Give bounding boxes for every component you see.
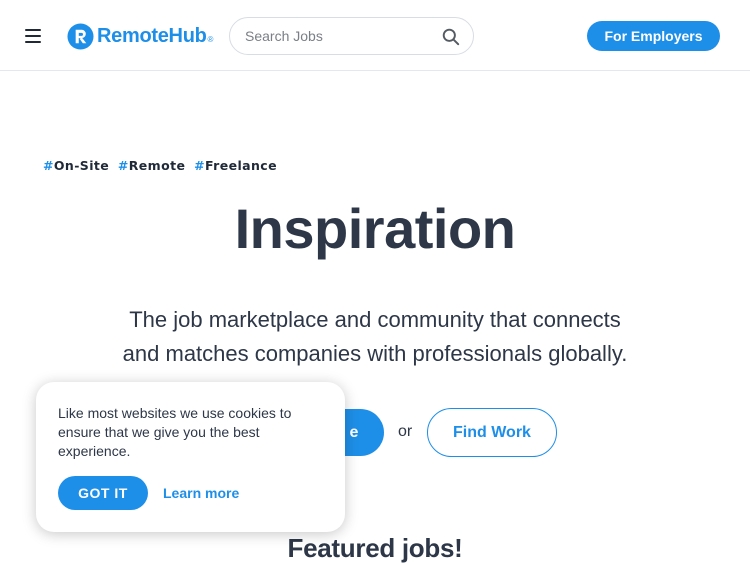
search-icon[interactable] (441, 27, 461, 47)
cookie-learn-more-link[interactable]: Learn more (163, 485, 239, 501)
hero-subtitle: The job marketplace and community that c… (95, 303, 655, 371)
hero-subtitle-line-1: The job marketplace and community that c… (129, 307, 621, 332)
tag-label: On-Site (53, 158, 110, 173)
cta-or-text: or (398, 423, 413, 440)
tag-label: Remote (128, 158, 186, 173)
search-box (229, 17, 474, 55)
menu-line (25, 41, 41, 43)
menu-line (25, 35, 41, 37)
search-input[interactable] (245, 26, 435, 46)
for-employers-button[interactable]: For Employers (587, 21, 720, 51)
top-header: RemoteHub ® For Employers (0, 0, 750, 71)
hamburger-icon[interactable] (22, 26, 46, 46)
cookie-consent-popup: Like most websites we use cookies to ens… (36, 382, 345, 532)
menu-line (25, 29, 41, 31)
hero-subtitle-line-2: and matches companies with professionals… (122, 341, 628, 366)
hash-symbol: # (117, 158, 129, 173)
cookie-message: Like most websites we use cookies to ens… (58, 405, 292, 459)
hash-symbol: # (194, 158, 205, 173)
logo-registered-mark: ® (207, 35, 214, 44)
find-work-button[interactable]: Find Work (427, 408, 557, 457)
tag-remote[interactable]: #Remote (118, 158, 185, 173)
logo-text: RemoteHub (97, 24, 207, 47)
tag-freelance[interactable]: #Freelance (194, 158, 277, 173)
cookie-accept-button[interactable]: GOT IT (58, 476, 148, 510)
featured-jobs-heading: Featured jobs! (287, 533, 463, 563)
tag-on-site[interactable]: #On-Site (43, 158, 109, 173)
tag-label: Freelance (205, 158, 277, 173)
hero-tags: #On-Site #Remote #Freelance (43, 158, 281, 173)
hero-title: Inspiration (234, 197, 516, 260)
logo-mark-icon (67, 22, 94, 50)
hash-symbol: # (43, 158, 54, 173)
remotehub-logo[interactable]: RemoteHub ® (67, 22, 213, 50)
primary-cta-label: e (349, 423, 359, 441)
